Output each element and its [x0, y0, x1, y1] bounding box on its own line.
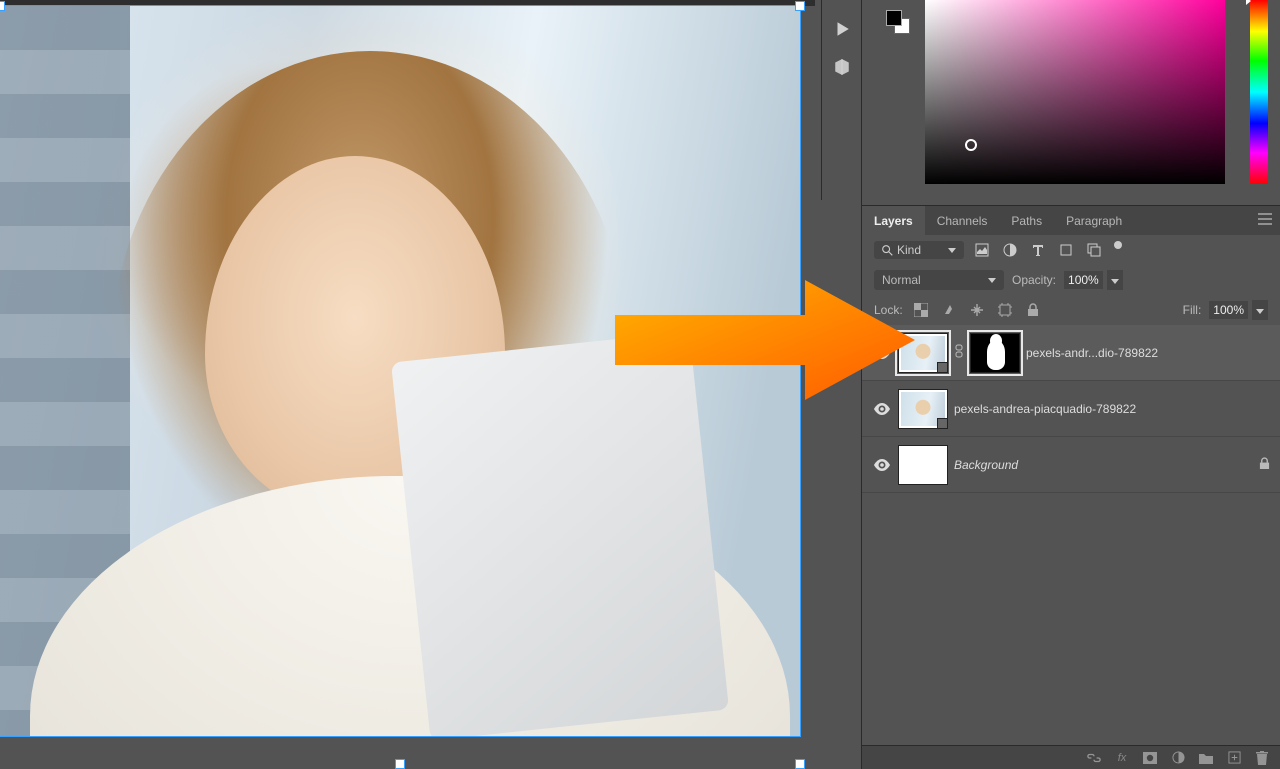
layer-thumbnail[interactable] [898, 389, 948, 429]
layer-kind-dropdown[interactable]: Kind [874, 241, 964, 259]
filter-shape-icon[interactable] [1056, 240, 1076, 260]
fill-value[interactable]: 100% [1209, 301, 1248, 319]
canvas-area [0, 0, 815, 769]
layers-list: pexels-andr...dio-789822 pexels-andrea-p… [862, 325, 1280, 493]
link-layers-icon[interactable] [1086, 750, 1102, 766]
blend-mode-value: Normal [882, 273, 921, 287]
blend-row: Normal Opacity: 100% [862, 265, 1280, 295]
opacity-control[interactable]: 100% [1064, 270, 1123, 290]
eye-icon [874, 347, 890, 359]
new-layer-icon[interactable] [1226, 750, 1242, 766]
collapsed-panel-dock [821, 0, 861, 200]
lock-all-icon[interactable] [1023, 300, 1043, 320]
layer-row[interactable]: pexels-andr...dio-789822 [862, 325, 1280, 381]
group-icon[interactable] [1198, 750, 1214, 766]
canvas-image[interactable] [0, 6, 800, 736]
filter-adjustment-icon[interactable] [1000, 240, 1020, 260]
filter-toggle-dot[interactable] [1114, 241, 1122, 249]
opacity-value[interactable]: 100% [1064, 271, 1103, 289]
lock-row: Lock: Fill: 100% [862, 295, 1280, 325]
smart-object-badge [937, 418, 948, 429]
tab-paragraph[interactable]: Paragraph [1054, 206, 1134, 235]
play-icon[interactable] [831, 18, 853, 40]
mask-link-icon[interactable] [954, 344, 964, 361]
layer-filter-row: Kind [862, 235, 1280, 265]
lock-icon [1259, 457, 1270, 473]
panel-menu-icon[interactable] [1258, 213, 1272, 228]
fx-icon[interactable]: fx [1114, 750, 1130, 766]
tab-paths[interactable]: Paths [999, 206, 1054, 235]
visibility-toggle[interactable] [872, 459, 892, 471]
transform-handle-b[interactable] [396, 760, 404, 768]
layer-thumbnail[interactable] [898, 445, 948, 485]
smart-object-badge [937, 362, 948, 373]
lock-position-icon[interactable] [967, 300, 987, 320]
adjustment-layer-icon[interactable] [1170, 750, 1186, 766]
hue-marker[interactable] [1246, 0, 1251, 5]
layer-thumbnail[interactable] [898, 333, 948, 373]
layers-bottom-bar: fx [862, 745, 1280, 769]
opacity-label: Opacity: [1012, 273, 1056, 287]
tab-layers[interactable]: Layers [862, 206, 925, 235]
fill-control[interactable]: 100% [1209, 300, 1268, 320]
color-panel [862, 0, 1280, 205]
eye-icon [874, 459, 890, 471]
layer-mask-thumbnail[interactable] [970, 333, 1020, 373]
filter-smartobject-icon[interactable] [1084, 240, 1104, 260]
3d-panel-icon[interactable] [831, 56, 853, 78]
color-picker-cursor[interactable] [965, 139, 977, 151]
artboard[interactable] [0, 6, 800, 736]
transform-handle-tl[interactable] [0, 2, 4, 10]
lock-transparency-icon[interactable] [911, 300, 931, 320]
fg-bg-swatch[interactable] [886, 10, 910, 34]
visibility-toggle[interactable] [872, 403, 892, 415]
hue-slider[interactable] [1250, 0, 1268, 184]
transform-handle-br[interactable] [796, 760, 804, 768]
chevron-down-icon[interactable] [1252, 300, 1268, 320]
chevron-down-icon [988, 278, 996, 283]
add-mask-icon[interactable] [1142, 750, 1158, 766]
transform-handle-tr[interactable] [796, 2, 804, 10]
chevron-down-icon[interactable] [1107, 270, 1123, 290]
lock-artboard-icon[interactable] [995, 300, 1015, 320]
delete-layer-icon[interactable] [1254, 750, 1270, 766]
filter-type-icon[interactable] [1028, 240, 1048, 260]
panel-tabs: Layers Channels Paths Paragraph [862, 205, 1280, 235]
blend-mode-dropdown[interactable]: Normal [874, 270, 1004, 290]
layer-row[interactable]: Background [862, 437, 1280, 493]
visibility-toggle[interactable] [872, 347, 892, 359]
layer-name[interactable]: pexels-andrea-piacquadio-789822 [954, 402, 1270, 416]
layer-name[interactable]: Background [954, 458, 1253, 472]
lock-image-icon[interactable] [939, 300, 959, 320]
search-icon [882, 245, 893, 256]
fill-label: Fill: [1183, 303, 1202, 317]
filter-pixel-icon[interactable] [972, 240, 992, 260]
layer-kind-label: Kind [897, 243, 921, 257]
layer-row[interactable]: pexels-andrea-piacquadio-789822 [862, 381, 1280, 437]
chevron-down-icon [948, 248, 956, 253]
tab-channels[interactable]: Channels [925, 206, 1000, 235]
lock-label: Lock: [874, 303, 903, 317]
layer-name[interactable]: pexels-andr...dio-789822 [1026, 346, 1270, 360]
eye-icon [874, 403, 890, 415]
color-saturation-field[interactable] [925, 0, 1225, 184]
right-panel: Layers Channels Paths Paragraph Kind Nor… [861, 0, 1280, 769]
